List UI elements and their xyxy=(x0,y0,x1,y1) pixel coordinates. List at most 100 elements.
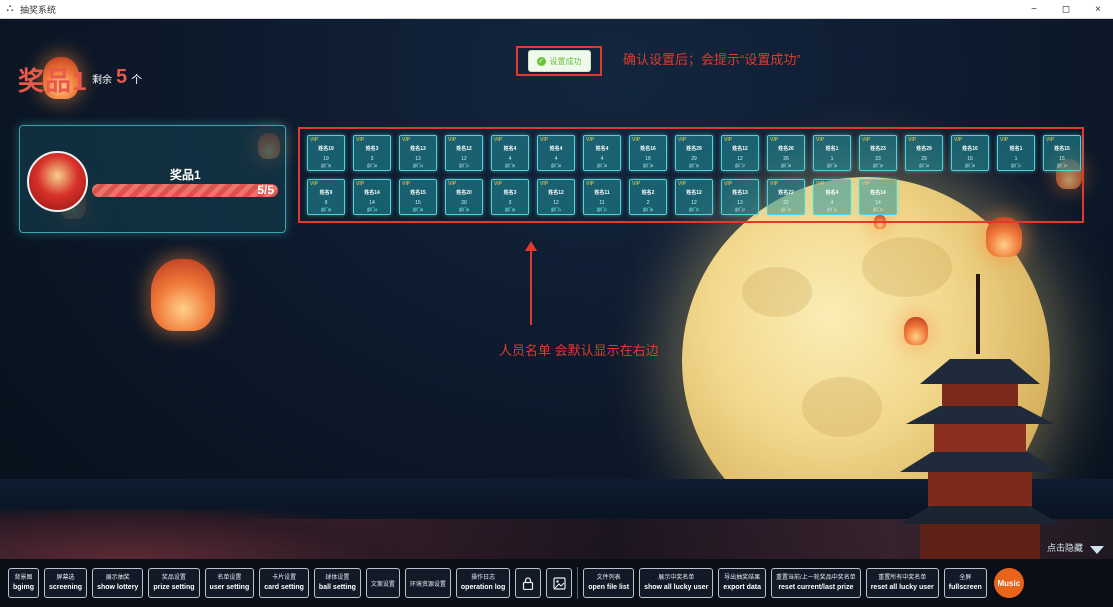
user-card[interactable]: VIP 姓名4 4 部门8 xyxy=(537,135,575,171)
user-card[interactable]: VIP 姓名12 12 部门2 xyxy=(721,135,759,171)
user-card[interactable]: VIP 姓名3 3 部门8 xyxy=(353,135,391,171)
show-all-lucky-user-button[interactable]: 展示中奖名单 show all lucky user xyxy=(639,568,714,598)
toast-highlight-box: ✓ 设置成功 xyxy=(516,46,602,76)
env-setting-button[interactable]: 环境资源设置 xyxy=(404,568,451,598)
user-card-tag: VIP xyxy=(862,181,871,187)
user-card-number: 14 xyxy=(369,200,375,206)
user-card-number: 16 xyxy=(967,156,973,162)
user-card-number: 4 xyxy=(600,156,604,162)
user-card-tag: VIP xyxy=(816,181,825,187)
user-card-tag: VIP xyxy=(540,181,549,187)
user-card[interactable]: VIP 姓名14 14 部门4 xyxy=(353,179,391,215)
user-card-tag: VIP xyxy=(816,137,825,143)
user-card-dept: 部门8 xyxy=(780,163,792,168)
user-card-tag: VIP xyxy=(448,181,457,187)
user-card[interactable]: VIP 姓名15 15 部门3 xyxy=(1043,135,1081,171)
user-card-dept: 部门8 xyxy=(826,207,838,212)
user-card[interactable]: VIP 姓名14 14 部门4 xyxy=(859,179,897,215)
user-card-tag: VIP xyxy=(402,137,411,143)
user-card-dept: 部门8 xyxy=(320,207,332,212)
user-card-name: 姓名22 xyxy=(778,190,794,196)
user-setting-button[interactable]: 名单设置 user setting xyxy=(204,568,255,598)
user-card-number: 12 xyxy=(553,200,559,206)
user-card-name: 姓名2 xyxy=(641,190,655,196)
user-card[interactable]: VIP 姓名22 22 部门8 xyxy=(767,179,805,215)
image-button[interactable] xyxy=(546,568,573,598)
fullscreen-button[interactable]: 全屏 fullscreen xyxy=(943,568,987,598)
user-card-tag: VIP xyxy=(678,137,687,143)
collapse-triangle-icon[interactable] xyxy=(1090,546,1104,554)
reset-all-lucky-user-button-en: reset all lucky user xyxy=(870,583,934,591)
user-card[interactable]: VIP 姓名29 29 部门8 xyxy=(905,135,943,171)
user-card[interactable]: VIP 姓名26 26 部门8 xyxy=(767,135,805,171)
user-card-name: 姓名15 xyxy=(1054,146,1070,152)
user-card[interactable]: VIP 姓名12 12 部门1 xyxy=(445,135,483,171)
user-card-tag: VIP xyxy=(586,137,595,143)
user-card[interactable]: VIP 姓名9 9 部门8 xyxy=(307,179,345,215)
text-setting-button[interactable]: 文案设置 xyxy=(365,568,400,598)
user-card[interactable]: VIP 姓名16 16 部门6 xyxy=(951,135,989,171)
user-card[interactable]: VIP 姓名12 12 部门1 xyxy=(537,179,575,215)
user-card[interactable]: VIP 姓名15 15 部门6 xyxy=(399,179,437,215)
user-card[interactable]: VIP 姓名29 29 部门6 xyxy=(675,135,713,171)
app-icon: ⛬ xyxy=(6,3,14,14)
reset-current-last-prize-button-en: reset current/last prize xyxy=(778,583,854,591)
reset-all-lucky-user-button[interactable]: 重置所有中奖名单 reset all lucky user xyxy=(865,568,939,598)
user-card[interactable]: VIP 姓名12 12 部门2 xyxy=(675,179,713,215)
user-card-tag: VIP xyxy=(954,137,963,143)
user-card-number: 26 xyxy=(783,156,789,162)
user-card[interactable]: VIP 姓名4 4 部门8 xyxy=(583,135,621,171)
user-card-number: 23 xyxy=(875,156,881,162)
prize-card-name: 奖品1 xyxy=(170,168,201,182)
user-card-name: 姓名19 xyxy=(318,146,334,152)
user-card-name: 姓名16 xyxy=(962,146,978,152)
lock-button[interactable] xyxy=(515,568,542,598)
user-card-dept: 部门8 xyxy=(872,163,884,168)
ball-setting-button[interactable]: 球体设置 ball setting xyxy=(313,568,361,598)
card-setting-button[interactable]: 卡片设置 card setting xyxy=(259,568,309,598)
user-card[interactable]: VIP 姓名13 13 部门2 xyxy=(721,179,759,215)
user-card-dept: 部门6 xyxy=(412,207,424,212)
user-card-number: 12 xyxy=(691,200,697,206)
music-button[interactable]: Music xyxy=(993,568,1024,598)
screening-button[interactable]: 屏幕选 screening xyxy=(44,568,88,598)
user-card-dept: 部门8 xyxy=(918,163,930,168)
remain-label: 剩余 xyxy=(92,75,112,86)
user-card[interactable]: VIP 姓名4 4 部门8 xyxy=(813,179,851,215)
minimize-icon[interactable]: − xyxy=(1027,4,1041,15)
maximize-icon[interactable]: ◻ xyxy=(1059,4,1073,15)
user-card[interactable]: VIP 姓名11 11 部门1 xyxy=(583,179,621,215)
export-data-button-en: export data xyxy=(723,583,762,591)
open-file-list-button[interactable]: 文件列表 open file list xyxy=(583,568,635,598)
show-lottery-button[interactable]: 展示抽奖 show lottery xyxy=(92,568,144,598)
user-card[interactable]: VIP 姓名19 19 部门8 xyxy=(307,135,345,171)
user-card-name: 姓名13 xyxy=(410,146,426,152)
user-card[interactable]: VIP 姓名23 23 部门8 xyxy=(859,135,897,171)
user-card-tag: VIP xyxy=(586,181,595,187)
close-icon[interactable]: × xyxy=(1091,4,1105,15)
user-card[interactable]: VIP 姓名1 1 部门1 xyxy=(997,135,1035,171)
annotation-arrow-line xyxy=(530,247,532,325)
user-card[interactable]: VIP 姓名2 2 部门8 xyxy=(629,179,667,215)
export-data-button[interactable]: 导出抽奖结果 export data xyxy=(718,568,767,598)
open-file-list-button-zh: 文件列表 xyxy=(596,574,621,581)
bgimg-button-zh: 背景图 xyxy=(14,574,33,581)
operation-log-button[interactable]: 操作日志 operation log xyxy=(455,568,511,598)
lottery-stage: 奖品1 剩余 5 个 奖品1 5/5 ✓ 设置成功 确认设置后；会提示“设置成功… xyxy=(0,19,1113,559)
user-card[interactable]: VIP 姓名16 16 部门8 xyxy=(629,135,667,171)
reset-current-last-prize-button[interactable]: 重置当前/上一轮奖品中奖名单 reset current/last prize xyxy=(771,568,861,598)
user-card[interactable]: VIP 姓名20 20 部门8 xyxy=(445,179,483,215)
user-card-number: 1 xyxy=(830,156,834,162)
ball-setting-button-zh: 球体设置 xyxy=(325,574,350,581)
prize-setting-button[interactable]: 奖品设置 prize setting xyxy=(148,568,200,598)
operation-log-button-zh: 操作日志 xyxy=(471,574,496,581)
user-card[interactable]: VIP 姓名13 13 部门4 xyxy=(399,135,437,171)
user-card[interactable]: VIP 姓名1 1 部门8 xyxy=(813,135,851,171)
user-card-dept: 部门8 xyxy=(596,163,608,168)
prize-card[interactable]: 奖品1 5/5 xyxy=(19,125,286,233)
hide-toolbar-link[interactable]: 点击隐藏 xyxy=(1047,541,1083,554)
user-card[interactable]: VIP 姓名4 4 部门8 xyxy=(491,135,529,171)
remain-count: 5 xyxy=(116,66,128,88)
user-card[interactable]: VIP 姓名3 3 部门8 xyxy=(491,179,529,215)
bgimg-button[interactable]: 背景图 bgimg xyxy=(8,568,39,598)
